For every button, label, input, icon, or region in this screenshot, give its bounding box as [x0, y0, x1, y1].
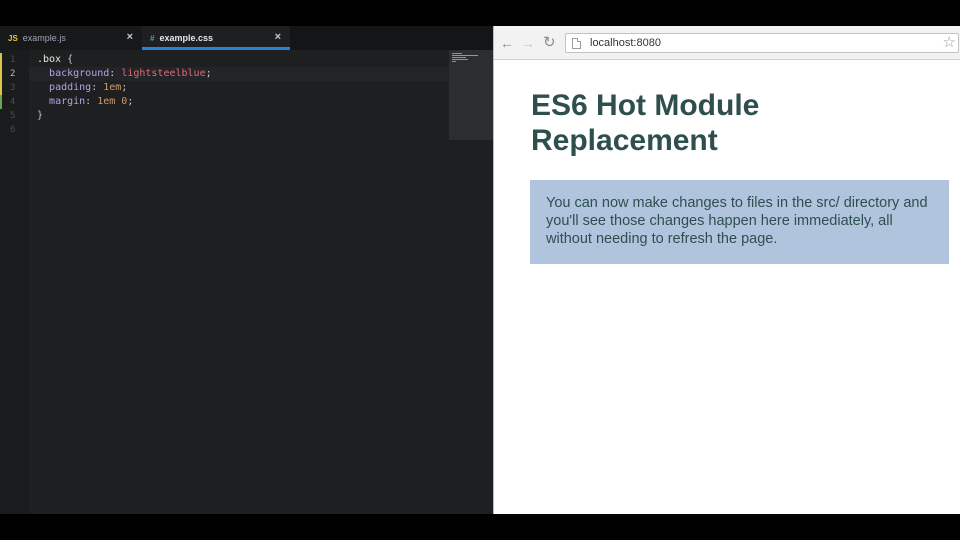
minimap-line: [452, 57, 466, 58]
tab-label: example.css: [159, 33, 213, 43]
line-number: 4: [0, 95, 29, 109]
css-value: 1em 0: [97, 96, 128, 107]
semicolon: ;: [127, 96, 134, 107]
css-property: background: [49, 68, 110, 79]
code-line: }: [29, 109, 493, 123]
brace: }: [37, 110, 44, 121]
screen: JS example.js × # example.css × 1 2 3 4 …: [0, 26, 960, 514]
forward-arrow-icon[interactable]: →: [521, 35, 535, 51]
close-icon[interactable]: ×: [275, 31, 281, 43]
css-value: lightsteelblue: [121, 68, 206, 79]
editor-body: 1 2 3 4 5 6 .box { background: lightstee…: [0, 50, 493, 514]
bookmark-star-icon[interactable]: ☆: [943, 34, 956, 52]
line-number: 1: [0, 53, 29, 67]
minimap-line: [452, 61, 456, 62]
css-file-icon: #: [150, 33, 155, 43]
page-icon: [572, 37, 581, 49]
css-selector: .box: [37, 54, 62, 65]
code-line-active: background: lightsteelblue;: [29, 67, 493, 81]
editor-tab-bar: JS example.js × # example.css ×: [0, 26, 493, 50]
browser-window: ← → ↻ localhost:8080 ☆ ES6 Hot Module Re…: [493, 26, 960, 514]
brace: {: [61, 54, 74, 65]
close-icon[interactable]: ×: [127, 31, 133, 43]
line-number: 2: [0, 67, 29, 81]
javascript-file-icon: JS: [8, 33, 18, 43]
semicolon: ;: [205, 68, 212, 79]
code-line: .box {: [29, 53, 493, 67]
browser-toolbar: ← → ↻ localhost:8080 ☆: [494, 26, 960, 60]
line-number: 6: [10, 125, 16, 135]
code-editor: JS example.js × # example.css × 1 2 3 4 …: [0, 26, 493, 514]
code-area[interactable]: .box { background: lightsteelblue; paddi…: [29, 50, 493, 514]
minimap-line: [452, 59, 468, 60]
line-number-gutter: 1 2 3 4 5 6: [0, 50, 29, 514]
minimap-line: [452, 53, 462, 54]
line-number: 5: [10, 111, 16, 121]
tab-label: example.js: [22, 33, 66, 43]
line-number: 3: [0, 81, 29, 95]
css-property: padding: [49, 82, 92, 93]
back-arrow-icon[interactable]: ←: [500, 35, 514, 51]
code-line: margin: 1em 0;: [29, 95, 493, 109]
url-text: localhost:8080: [590, 37, 661, 49]
colon: :: [109, 68, 122, 79]
lightsteelblue-box: You can now make changes to files in the…: [530, 180, 949, 264]
minimap[interactable]: [449, 50, 493, 140]
code-line: padding: 1em;: [29, 81, 493, 95]
page-title: ES6 Hot Module Replacement: [531, 89, 760, 157]
semicolon: ;: [121, 82, 128, 93]
minimap-line: [452, 55, 478, 56]
reload-icon[interactable]: ↻: [543, 35, 556, 51]
colon: :: [91, 82, 104, 93]
css-value: 1em: [103, 82, 122, 93]
colon: :: [85, 96, 98, 107]
box-text: You can now make changes to files in the…: [546, 195, 928, 247]
tab-example-css[interactable]: # example.css ×: [142, 26, 290, 50]
css-property: margin: [49, 96, 86, 107]
tab-example-js[interactable]: JS example.js ×: [0, 26, 142, 50]
page-viewport: ES6 Hot Module Replacement You can now m…: [494, 60, 960, 514]
address-bar[interactable]: localhost:8080 ☆: [565, 33, 959, 53]
